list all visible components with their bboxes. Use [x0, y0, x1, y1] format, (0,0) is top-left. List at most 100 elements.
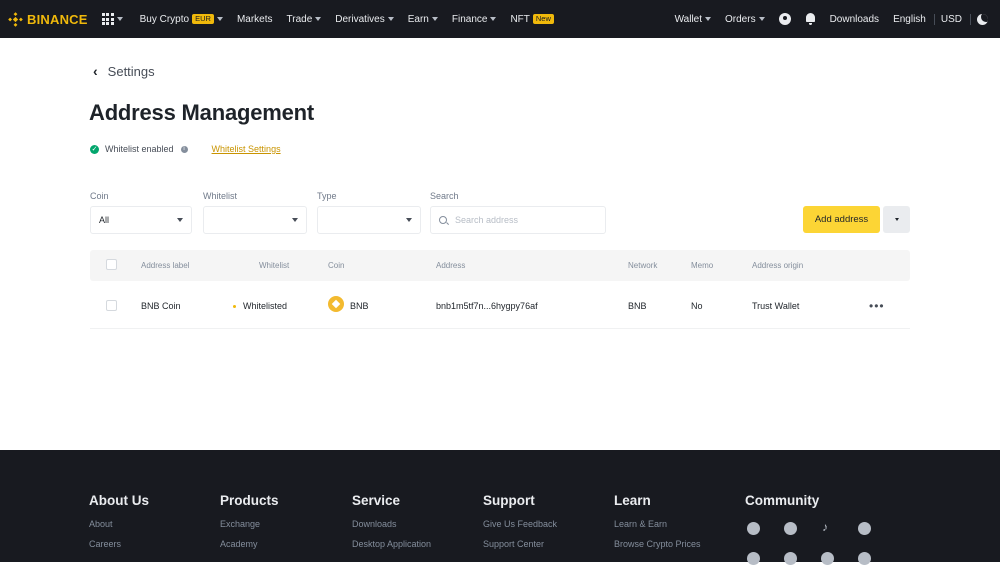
- footer-col-about: About Us About Careers: [89, 493, 149, 559]
- table-row: BNB Coin Whitelisted BNB bnb1m5tf7n...6h…: [90, 283, 910, 329]
- whitelist-select[interactable]: [203, 206, 307, 234]
- reddit-icon[interactable]: [784, 552, 797, 565]
- header-address-origin: Address origin: [752, 261, 804, 270]
- nav-nft[interactable]: NFT New: [510, 14, 554, 25]
- add-address-dropdown-button[interactable]: [883, 206, 910, 233]
- header-memo: Memo: [691, 261, 714, 270]
- tiktok-icon[interactable]: ♪: [822, 520, 828, 534]
- search-box: [430, 206, 606, 234]
- nav-earn-label: Earn: [407, 13, 429, 25]
- header-address: Address: [436, 261, 466, 270]
- row-address-label: BNB Coin: [141, 301, 181, 311]
- footer-link[interactable]: About: [89, 519, 149, 529]
- chevron-down-icon: [490, 17, 497, 21]
- footer-heading: Products: [220, 493, 279, 508]
- nav-language-label: English: [893, 13, 926, 25]
- nav-wallet-label: Wallet: [674, 13, 703, 25]
- binance-logo-icon: [8, 11, 23, 27]
- moon-icon: [977, 13, 988, 25]
- footer-heading: Service: [352, 493, 401, 508]
- row-checkbox[interactable]: [106, 300, 117, 311]
- row-memo: No: [691, 301, 703, 311]
- nav-finance[interactable]: Finance: [452, 14, 497, 25]
- twitter-icon[interactable]: [747, 552, 760, 565]
- info-icon[interactable]: i: [180, 145, 188, 153]
- chevron-down-icon: [894, 218, 899, 221]
- nav-finance-label: Finance: [451, 13, 488, 25]
- nav-downloads-label: Downloads: [829, 13, 880, 25]
- footer-link[interactable]: Downloads: [352, 519, 431, 529]
- nav-buy-crypto-label: Buy Crypto: [139, 13, 190, 25]
- footer-heading: Support: [483, 493, 535, 508]
- bell-icon: [805, 13, 816, 25]
- nav-orders-label: Orders: [725, 13, 756, 25]
- footer-link[interactable]: Support Center: [483, 539, 557, 549]
- notifications-button[interactable]: [805, 13, 816, 25]
- coinmarketcap-icon[interactable]: [858, 552, 871, 565]
- type-filter-label: Type: [317, 191, 337, 201]
- footer-link[interactable]: Exchange: [220, 519, 279, 529]
- search-icon: [439, 216, 447, 224]
- top-nav: BINANCE Buy Crypto EUR Markets Trade Der…: [0, 0, 1000, 38]
- whitelist-status-row: ✓ Whitelist enabled i Whitelist Settings: [90, 144, 281, 154]
- search-input[interactable]: [455, 215, 595, 225]
- chevron-down-icon: [177, 218, 183, 222]
- row-more-options-icon[interactable]: •••: [869, 299, 885, 313]
- apps-grid-icon[interactable]: [101, 13, 114, 25]
- nav-markets[interactable]: Markets: [237, 14, 273, 25]
- chevron-down-icon: [387, 17, 394, 21]
- coin-filter-label: Coin: [90, 191, 109, 201]
- row-network: BNB: [628, 301, 647, 311]
- instagram-icon[interactable]: [821, 552, 834, 565]
- new-badge: New: [532, 14, 554, 24]
- profile-button[interactable]: [778, 13, 791, 25]
- header-address-label: Address label: [141, 261, 190, 270]
- footer-col-learn: Learn Learn & Earn Browse Crypto Prices: [614, 493, 701, 559]
- nav-downloads[interactable]: Downloads: [830, 14, 879, 25]
- row-coin: BNB: [350, 301, 369, 311]
- select-all-checkbox[interactable]: [106, 259, 117, 270]
- nav-trade-label: Trade: [286, 13, 313, 25]
- footer-col-products: Products Exchange Academy: [220, 493, 279, 559]
- add-address-button[interactable]: Add address: [803, 206, 880, 233]
- footer-link[interactable]: Browse Crypto Prices: [614, 539, 701, 549]
- header-network: Network: [628, 261, 658, 270]
- footer-link[interactable]: Desktop Application: [352, 539, 431, 549]
- table-header: Address label Whitelist Coin Address Net…: [90, 250, 910, 281]
- footer-link[interactable]: Learn & Earn: [614, 519, 701, 529]
- whitelisted-dot-icon: [233, 305, 236, 309]
- back-label: Settings: [107, 63, 155, 79]
- footer-link[interactable]: Give Us Feedback: [483, 519, 557, 529]
- footer-link[interactable]: Academy: [220, 539, 279, 549]
- whitelist-settings-link[interactable]: Whitelist Settings: [212, 144, 281, 154]
- nav-buy-crypto[interactable]: Buy Crypto EUR: [140, 14, 223, 25]
- nav-language[interactable]: English: [893, 14, 926, 25]
- footer: About Us About Careers Products Exchange…: [0, 450, 1000, 565]
- facebook-icon[interactable]: [858, 522, 871, 535]
- bnb-coin-icon: [328, 296, 344, 312]
- telegram-icon[interactable]: [784, 522, 797, 535]
- header-coin: Coin: [328, 261, 345, 270]
- nav-trade[interactable]: Trade: [287, 14, 322, 25]
- coin-select[interactable]: All: [90, 206, 192, 234]
- nav-earn[interactable]: Earn: [408, 14, 438, 25]
- row-whitelist-text: Whitelisted: [243, 301, 288, 311]
- row-address[interactable]: bnb1m5tf7n...6hygpy76af: [436, 301, 538, 311]
- footer-col-support: Support Give Us Feedback Support Center: [483, 493, 557, 559]
- type-select[interactable]: [317, 206, 421, 234]
- user-profile-icon: [778, 13, 791, 25]
- back-to-settings[interactable]: ‹ Settings: [93, 63, 155, 79]
- nav-orders[interactable]: Orders: [725, 14, 765, 25]
- nav-currency[interactable]: USD: [933, 13, 962, 25]
- nav-wallet[interactable]: Wallet: [674, 13, 712, 25]
- whitelist-filter-label: Whitelist: [203, 191, 238, 201]
- discord-icon[interactable]: [747, 522, 760, 535]
- binance-logo[interactable]: BINANCE: [8, 12, 88, 27]
- logo-text: BINANCE: [27, 11, 88, 27]
- footer-col-service: Service Downloads Desktop Application: [352, 493, 431, 559]
- theme-toggle[interactable]: [970, 13, 988, 25]
- nav-derivatives[interactable]: Derivatives: [335, 14, 394, 25]
- whitelist-status: Whitelist enabled: [105, 144, 174, 154]
- chevron-down-icon: [758, 17, 765, 21]
- footer-link[interactable]: Careers: [89, 539, 149, 549]
